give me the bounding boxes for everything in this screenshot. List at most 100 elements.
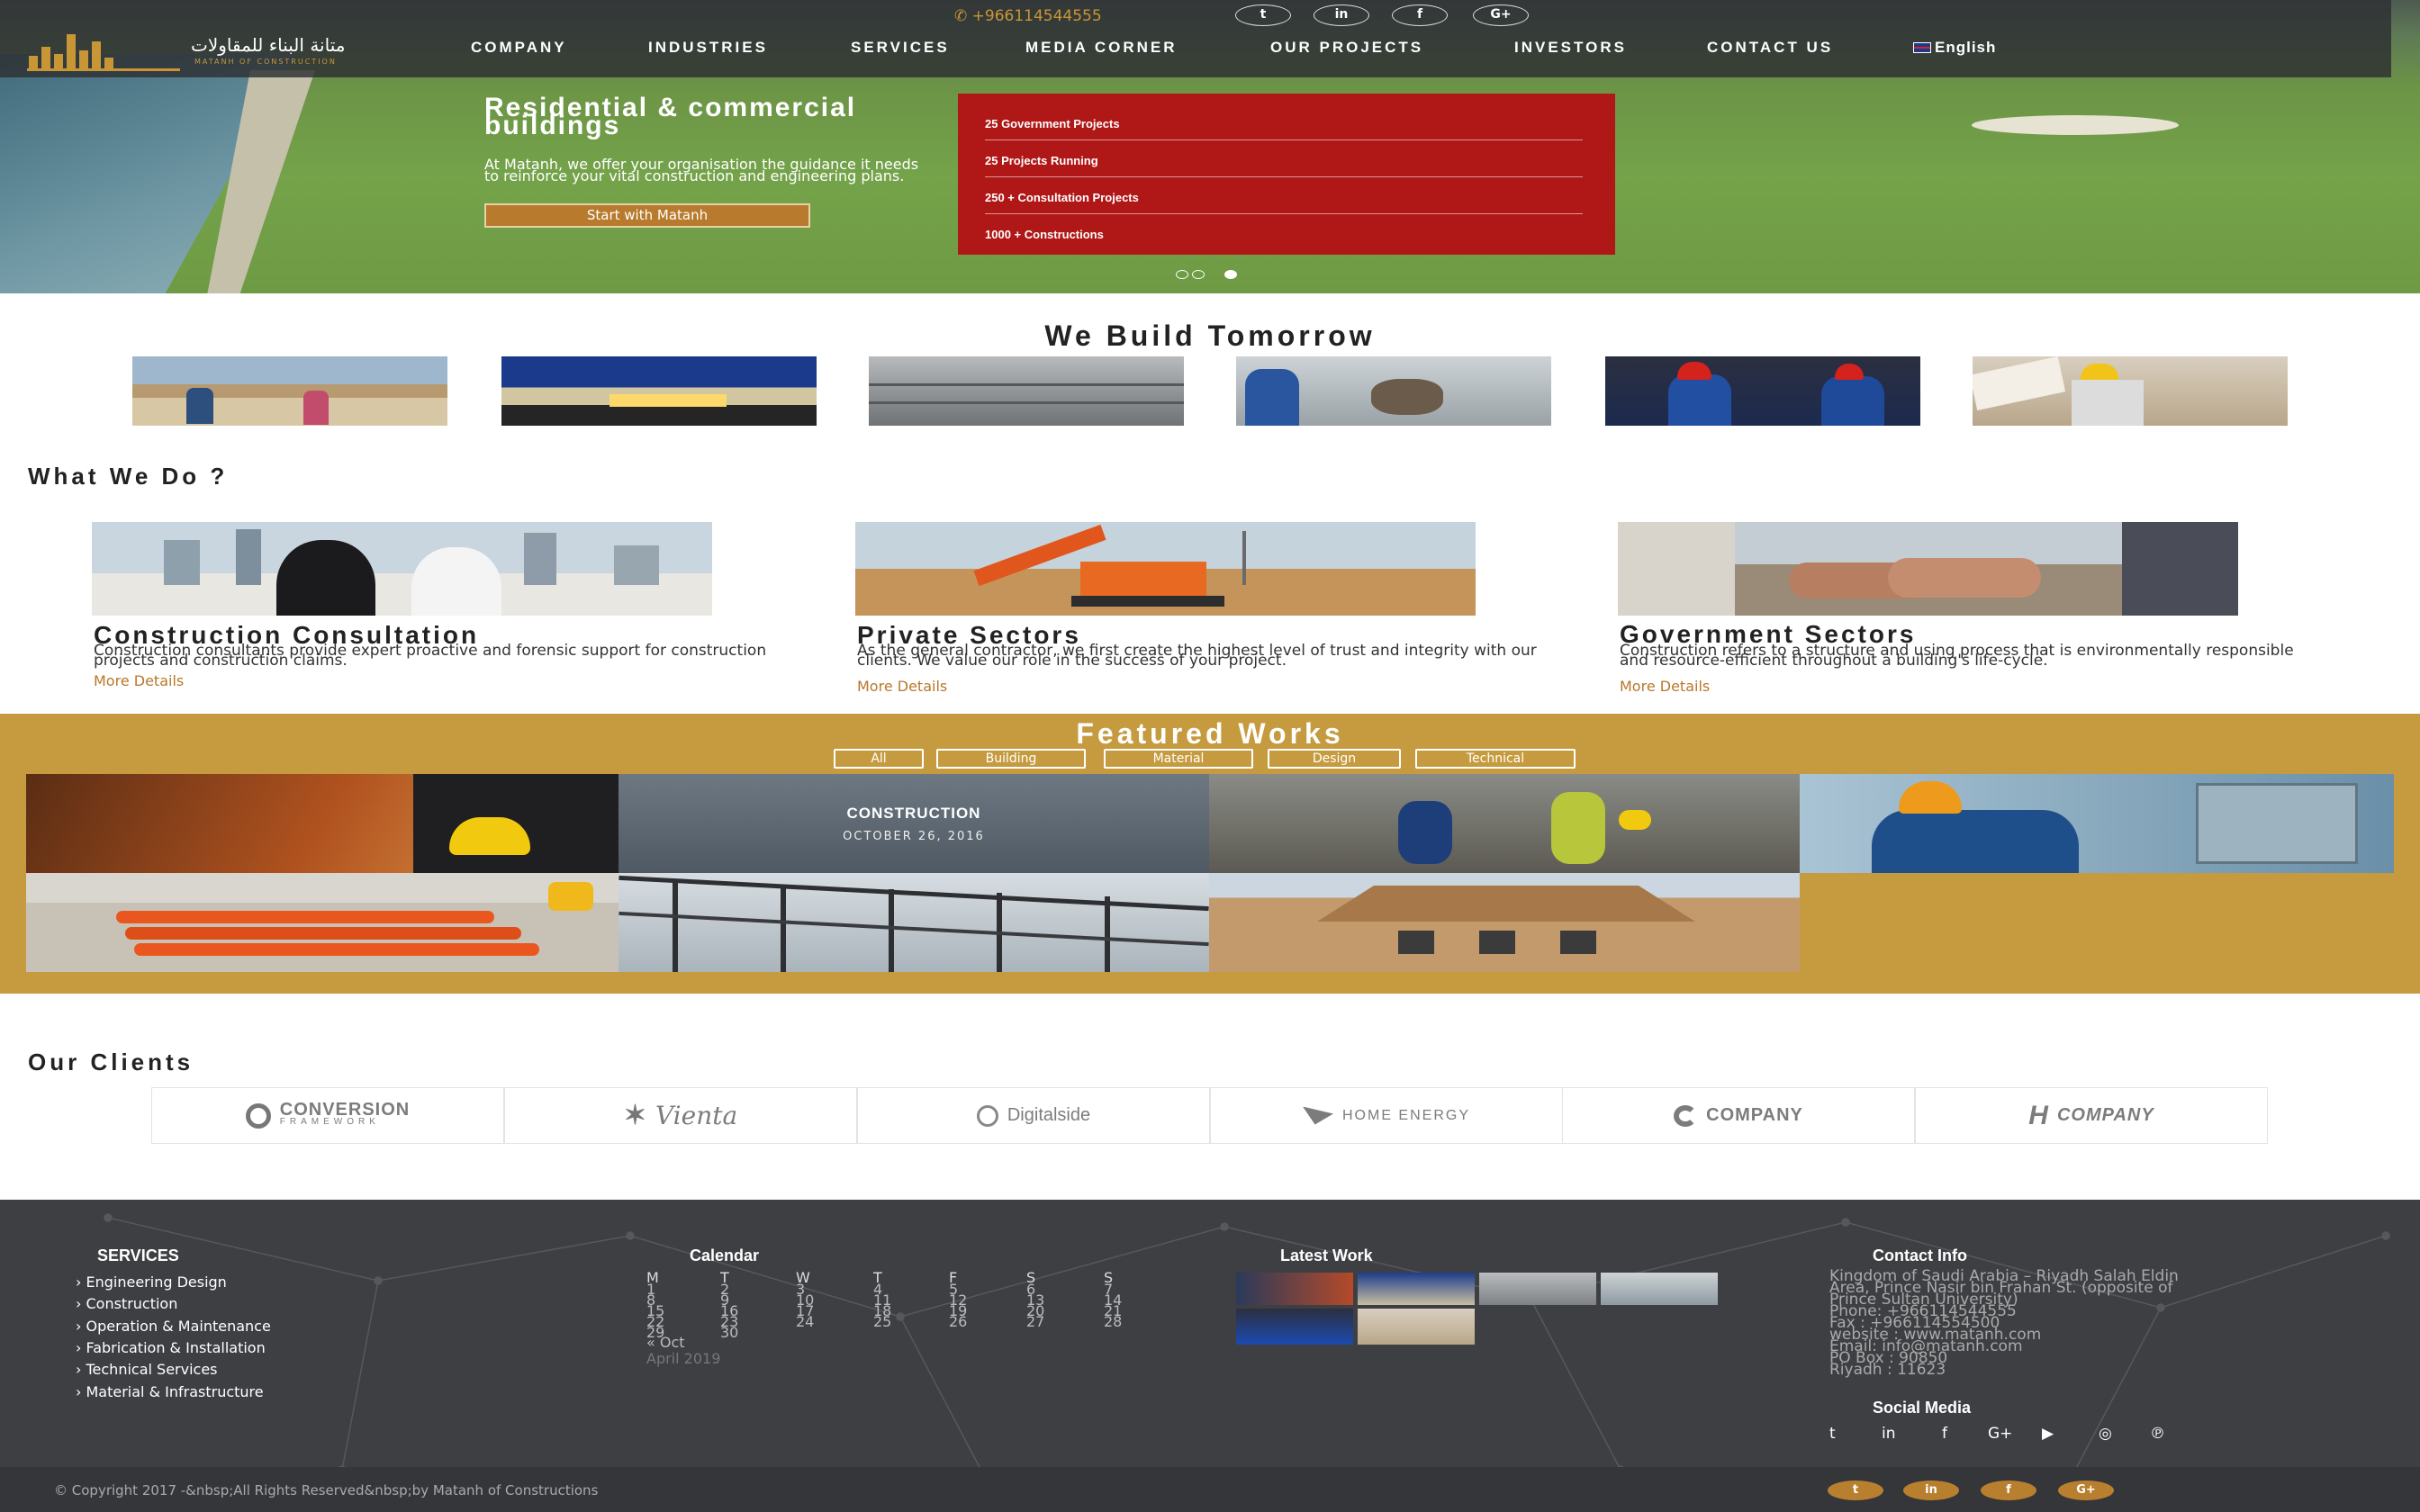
gallery-thumb-rebar[interactable] [869,356,1184,426]
we-build-tomorrow-title: We Build Tomorrow [1044,320,1376,352]
site-footer [0,1200,2420,1512]
work-item-construction-overlay[interactable]: CONSTRUCTION OCTOBER 26, 2016 [619,774,1209,873]
filter-all[interactable]: All [834,749,924,769]
pinterest-icon[interactable]: ℗ [2150,1425,2165,1443]
work-overlay-date: OCTOBER 26, 2016 [843,830,985,843]
google-plus-icon[interactable]: G+ [1473,4,1529,26]
stat-item: 1000 + Constructions [985,228,1104,241]
network-pattern [104,1213,2390,1492]
start-with-matanh-button[interactable]: Start with Matanh [484,203,810,228]
footer-service-link[interactable]: › Engineering Design [76,1274,227,1291]
latest-work-thumb[interactable] [1479,1273,1596,1305]
work-item-rebar-workers[interactable] [1209,774,1800,873]
nav-industries[interactable]: INDUSTRIES [648,39,768,57]
facebook-icon[interactable]: f [1392,4,1448,26]
facebook-icon[interactable]: f [1942,1425,1947,1443]
youtube-icon[interactable]: ▶ [2042,1425,2054,1443]
facebook-icon[interactable]: f [1981,1480,2036,1500]
twitter-icon[interactable]: t [1829,1425,1836,1443]
latest-work-thumb[interactable] [1601,1273,1718,1305]
twitter-icon[interactable]: t [1235,4,1291,26]
google-plus-icon[interactable]: G+ [1988,1425,2012,1443]
nav-media-corner[interactable]: MEDIA CORNER [1025,39,1178,57]
linkedin-icon[interactable]: in [1903,1480,1959,1500]
nav-services[interactable]: SERVICES [851,39,950,57]
private-sectors-image[interactable] [855,522,1476,616]
stat-item: 25 Government Projects [985,117,1583,140]
language-selector[interactable]: English [1913,39,1996,57]
gallery-thumb-night-building[interactable] [501,356,817,426]
conversion-logo-icon [245,1102,271,1129]
footer-service-link[interactable]: › Technical Services [76,1361,218,1378]
filter-material[interactable]: Material [1104,749,1253,769]
footer-latest-work-title: Latest Work [1280,1246,1373,1264]
client-logo-home-energy[interactable]: HOME ENERGY [1210,1087,1563,1144]
footer-service-link[interactable]: › Fabrication & Installation [76,1339,266,1356]
slider-dot[interactable] [1192,270,1205,279]
construction-consultation-text: Construction consultants provide expert … [94,642,767,670]
filter-design[interactable]: Design [1268,749,1401,769]
more-details-link[interactable]: More Details [857,678,947,695]
instagram-icon[interactable]: ◎ [2099,1425,2112,1443]
footer-service-link[interactable]: › Material & Infrastructure [76,1383,264,1400]
filter-building[interactable]: Building [936,749,1086,769]
government-sectors-image[interactable] [1618,522,2238,616]
work-item-businessman-helmet[interactable] [26,774,619,873]
client-logo-conversion[interactable]: CONVERSION FRAMEWORK [151,1087,504,1144]
hero-title: Residential & commercial buildings [484,93,857,140]
slider-dot-active[interactable] [1224,270,1237,279]
footer-calendar-title: Calendar [690,1246,760,1264]
more-details-link[interactable]: More Details [94,672,184,689]
chevron-right-icon: › [76,1361,86,1378]
filter-technical[interactable]: Technical [1415,749,1576,769]
footer-service-link[interactable]: › Construction [76,1295,177,1312]
header-phone[interactable]: ✆ +966114544555 [954,7,1102,25]
bird-logo-icon [1302,1106,1333,1125]
gallery-thumb-blueprint[interactable] [1973,356,2288,426]
nav-company[interactable]: COMPANY [471,39,567,57]
site-logo[interactable]: متانة البناء للمقاولات MATANH OF CONSTRU… [27,27,432,72]
work-item-orange-pipes[interactable] [26,873,619,972]
calendar-caption: April 2019 [646,1350,721,1367]
nav-our-projects[interactable]: OUR PROJECTS [1270,39,1423,57]
more-details-link[interactable]: More Details [1620,678,1710,695]
footer-service-link[interactable]: › Operation & Maintenance [76,1318,271,1335]
calendar-date: 28 [1104,1313,1123,1330]
nav-contact-us[interactable]: CONTACT US [1707,39,1833,57]
chevron-right-icon: › [76,1274,86,1291]
consultation-image[interactable] [92,522,712,616]
linkedin-icon[interactable]: in [1882,1425,1896,1443]
calendar-date: 25 [873,1313,892,1330]
nav-investors[interactable]: INVESTORS [1514,39,1627,57]
latest-work-thumb[interactable] [1236,1273,1353,1305]
calendar-date: 24 [796,1313,815,1330]
client-logo-company[interactable]: COMPANY [1562,1087,1915,1144]
work-overlay-title: CONSTRUCTION [846,805,981,822]
calendar-date: 27 [1026,1313,1045,1330]
calendar-date: 26 [949,1313,968,1330]
logo-arabic-text: متانة البناء للمقاولات [191,34,346,56]
work-item-electrician[interactable] [1800,774,2394,873]
gallery-thumb-machinery-worker[interactable] [1236,356,1551,426]
work-item-steel-frame[interactable] [619,873,1209,972]
gallery-thumb-workers-helmets[interactable] [1605,356,1920,426]
latest-work-thumb[interactable] [1358,1273,1475,1305]
chevron-right-icon: › [76,1318,86,1335]
footer-social-title: Social Media [1873,1399,1972,1417]
client-logo-vienta[interactable]: ✶ Vienta [504,1087,857,1144]
client-logo-digitalside[interactable]: Digitalside [857,1087,1210,1144]
g-logo-icon [1674,1104,1698,1127]
gallery-thumb-engineers-site[interactable] [132,356,447,426]
twitter-icon[interactable]: t [1828,1480,1883,1500]
linkedin-icon[interactable]: in [1314,4,1369,26]
google-plus-icon[interactable]: G+ [2058,1480,2114,1500]
contact-line: Riyadh : 11623 [1829,1361,1946,1379]
stats-panel: 25 Government Projects 25 Projects Runni… [958,94,1615,255]
our-clients-title: Our Clients [28,1048,194,1076]
latest-work-thumb[interactable] [1236,1309,1353,1345]
latest-work-thumb[interactable] [1358,1309,1475,1345]
slider-dot[interactable] [1176,270,1188,279]
client-logo-company-h[interactable]: H COMPANY [1915,1087,2268,1144]
work-item-wood-house[interactable] [1209,873,1800,972]
star-logo-icon: ✶ [623,1101,646,1130]
